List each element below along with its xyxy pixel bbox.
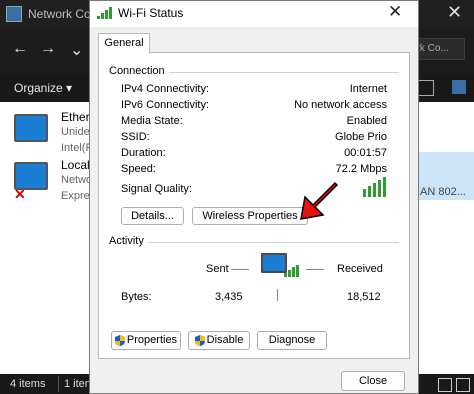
help-icon[interactable] (452, 80, 466, 94)
details-button[interactable]: Details... (121, 207, 184, 225)
close-icon[interactable]: ✕ (447, 2, 462, 23)
speed-value: 72.2 Mbps (335, 163, 387, 175)
uac-shield-icon (194, 334, 205, 346)
general-panel: Connection IPv4 Connectivity: Internet I… (98, 52, 410, 359)
ipv6-label: IPv6 Connectivity: (121, 99, 210, 111)
properties-button[interactable]: Properties (111, 331, 181, 350)
activity-separator (109, 242, 399, 243)
adapter-device-right: AN 802... (420, 186, 466, 198)
signal-quality-bars-icon (363, 177, 389, 197)
forward-arrow-icon[interactable]: → (40, 40, 56, 58)
wifi-status-dialog: Wi-Fi Status ✕ General Connection IPv4 C… (89, 0, 419, 394)
wireless-properties-button[interactable]: Wireless Properties (192, 207, 308, 225)
adapter-status: Netwo (61, 174, 93, 186)
ipv4-value: Internet (349, 83, 387, 95)
ipv4-label: IPv4 Connectivity: (121, 83, 210, 95)
dialog-close-icon[interactable]: ✕ (388, 2, 402, 22)
media-state-label: Media State: (121, 115, 183, 127)
received-label: Received (337, 263, 383, 275)
back-arrow-icon[interactable]: ← (12, 40, 28, 58)
item-count: 4 items (10, 378, 46, 390)
properties-button-label: Properties (126, 334, 178, 346)
diagnose-button[interactable]: Diagnose (257, 331, 327, 350)
ipv6-value: No network access (294, 99, 387, 111)
details-view-icon[interactable] (438, 378, 452, 392)
close-button[interactable]: Close (341, 371, 405, 391)
ethernet-adapter-icon (14, 114, 48, 142)
ssid-label: SSID: (121, 131, 150, 143)
red-arrow-annotation-icon (300, 181, 339, 220)
dialog-titlebar: Wi-Fi Status ✕ (90, 1, 418, 27)
signal-quality-label: Signal Quality: (121, 183, 192, 195)
bytes-sent-value: 3,435 (215, 291, 243, 303)
received-line (306, 269, 324, 270)
ssid-value: Globe Prio (335, 131, 387, 143)
dialog-title: Wi-Fi Status (118, 6, 184, 20)
bytes-divider (277, 289, 278, 301)
adapter-name: Local (61, 158, 90, 172)
activity-signal-icon (284, 265, 299, 277)
view-options-icon[interactable] (418, 80, 434, 96)
disable-button[interactable]: Disable (188, 331, 250, 350)
sent-label: Sent (206, 263, 229, 275)
media-state-value: Enabled (346, 115, 387, 127)
bytes-label: Bytes: (121, 291, 152, 303)
network-connections-icon (6, 6, 22, 22)
connection-group-label: Connection (109, 65, 169, 77)
duration-label: Duration: (121, 147, 166, 159)
sent-line (231, 269, 249, 270)
bytes-received-value: 18,512 (347, 291, 381, 303)
uac-shield-icon (114, 334, 125, 346)
speed-label: Speed: (121, 163, 156, 175)
activity-group-label: Activity (109, 235, 148, 247)
tiles-view-icon[interactable] (456, 378, 470, 392)
disconnected-x-icon: ✕ (14, 186, 26, 202)
status-divider (58, 376, 59, 392)
adapter-status: Unide (61, 126, 90, 138)
duration-value: 00:01:57 (344, 147, 387, 159)
wifi-signal-icon (97, 7, 113, 19)
tab-general[interactable]: General (98, 33, 150, 54)
disable-button-label: Disable (206, 334, 244, 346)
selected-count: 1 iten (64, 378, 91, 390)
dropdown-chevron-icon[interactable]: ⌄ (70, 40, 83, 60)
organize-menu[interactable]: Organize ▾ (14, 81, 72, 95)
